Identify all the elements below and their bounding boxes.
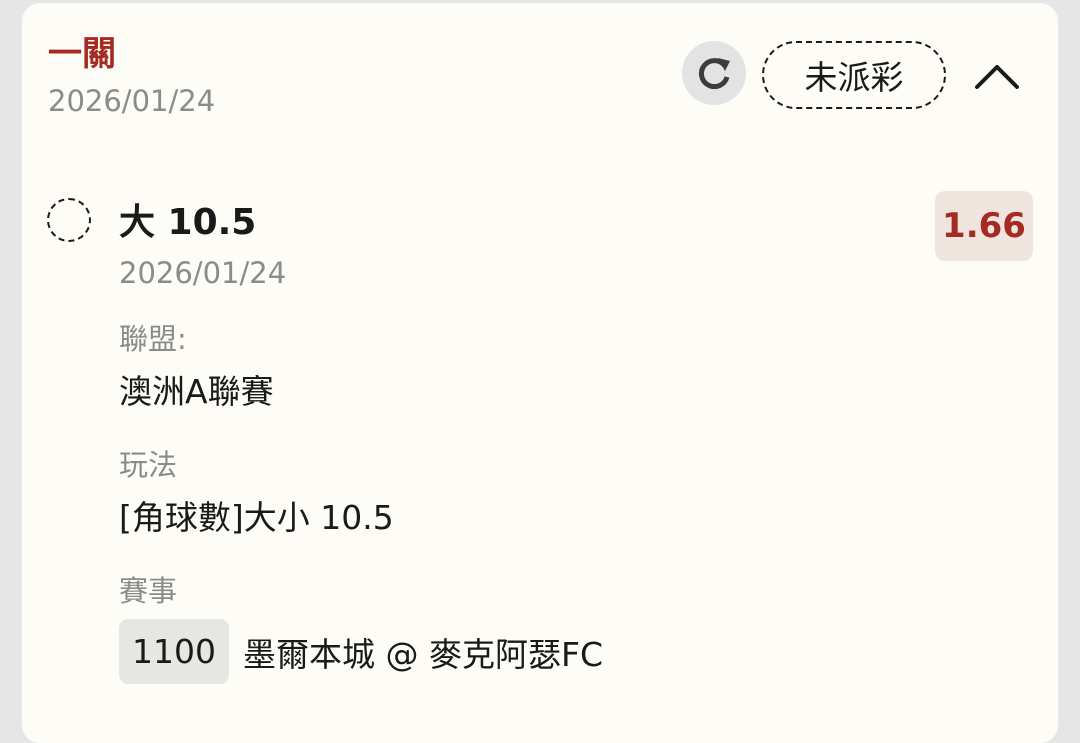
selection-date: 2026/01/24 xyxy=(119,256,287,290)
status-badge: 未派彩 xyxy=(762,41,946,109)
bet-type-value: [角球數]大小 10.5 xyxy=(119,498,394,537)
match-name: 墨爾本城 @ 麥克阿瑟FC xyxy=(243,634,604,674)
bet-type-label: 玩法 xyxy=(119,448,178,482)
collapse-button[interactable] xyxy=(972,51,1022,101)
refresh-button[interactable] xyxy=(682,41,746,105)
selection-name: 大 10.5 xyxy=(119,202,257,243)
pending-status-icon xyxy=(47,198,91,242)
odds-badge: 1.66 xyxy=(935,191,1033,261)
bet-slip-card: 一關 2026/01/24 未派彩 大 10.5 2026/01/24 1.66… xyxy=(22,3,1058,743)
match-code-badge: 1100 xyxy=(119,619,229,684)
bet-date: 2026/01/24 xyxy=(48,84,216,118)
bet-type-title: 一關 xyxy=(48,34,116,74)
match-row: 1100 墨爾本城 @ 麥克阿瑟FC xyxy=(119,619,603,684)
league-label: 聯盟: xyxy=(119,322,187,356)
chevron-up-icon xyxy=(975,65,1019,89)
league-value: 澳洲A聯賽 xyxy=(119,372,274,411)
refresh-icon xyxy=(698,58,730,90)
match-label: 賽事 xyxy=(119,574,178,608)
